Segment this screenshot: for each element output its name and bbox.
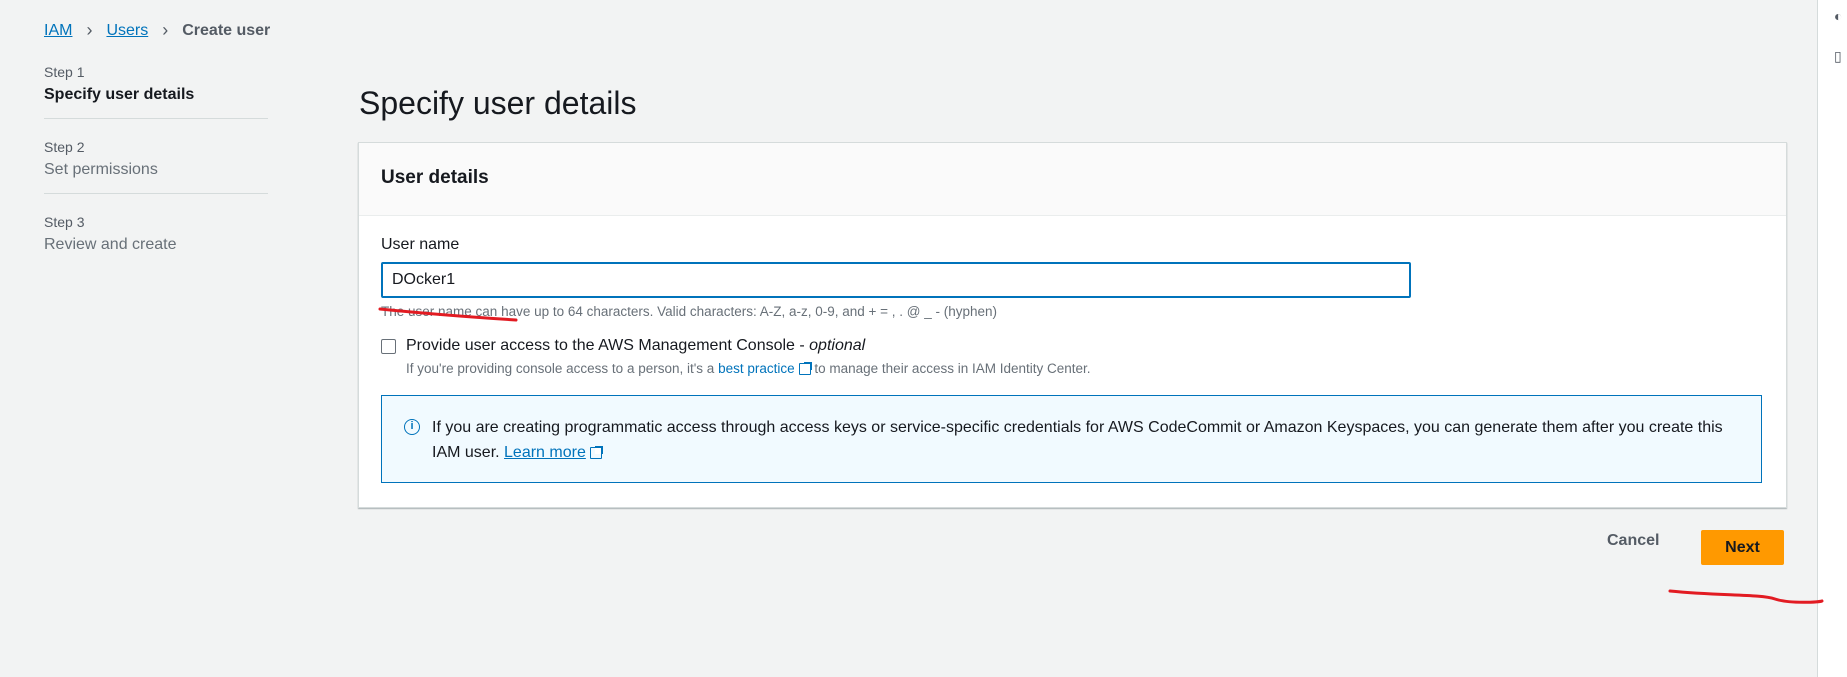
- wizard-step-1: Step 1 Specify user details: [44, 64, 268, 119]
- breadcrumb: IAM › Users › Create user: [44, 20, 270, 41]
- best-practice-link[interactable]: best practice: [718, 361, 812, 376]
- side-panel-icon-2[interactable]: ▯: [1834, 48, 1842, 65]
- console-access-checkbox[interactable]: [381, 339, 396, 354]
- desc-before: If you're providing console access to a …: [406, 361, 719, 376]
- desc-after: to manage their access in IAM Identity C…: [810, 361, 1091, 376]
- panel-title: User details: [381, 167, 489, 188]
- best-practice-link-text: best practice: [718, 361, 795, 376]
- console-access-label-text: Provide user access to the AWS Managemen…: [406, 337, 810, 354]
- chevron-right-icon: ›: [86, 20, 93, 40]
- optional-tag: optional: [809, 337, 866, 354]
- next-button[interactable]: Next: [1701, 530, 1784, 565]
- breadcrumb-current: Create user: [182, 21, 271, 39]
- step-number: Step 3: [44, 214, 85, 230]
- user-details-panel: User details User name The user name can…: [358, 142, 1787, 508]
- info-alert: i If you are creating programmatic acces…: [381, 395, 1762, 483]
- user-name-label: User name: [381, 236, 460, 253]
- step-number: Step 1: [44, 64, 85, 80]
- info-alert-text: If you are creating programmatic access …: [432, 415, 1742, 465]
- breadcrumb-iam[interactable]: IAM: [44, 22, 72, 40]
- right-side-panel: ◐ ▯: [1817, 0, 1847, 677]
- breadcrumb-users[interactable]: Users: [106, 22, 148, 40]
- learn-more-text: Learn more: [504, 444, 586, 461]
- console-access-label[interactable]: Provide user access to the AWS Managemen…: [406, 337, 865, 355]
- learn-more-link[interactable]: Learn more: [504, 444, 586, 461]
- external-link-icon: [798, 362, 812, 375]
- page-title: Specify user details: [359, 85, 637, 122]
- panel-header: User details: [359, 143, 1786, 216]
- cancel-button[interactable]: Cancel: [1601, 531, 1665, 551]
- annotation-underline-2: [1668, 589, 1824, 604]
- console-access-description: If you're providing console access to a …: [406, 361, 1091, 376]
- step-title: Review and create: [44, 236, 177, 253]
- step-number: Step 2: [44, 139, 85, 155]
- wizard-steps: Step 1 Specify user details Step 2 Set p…: [44, 64, 268, 288]
- wizard-step-3: Step 3 Review and create: [44, 214, 268, 268]
- user-name-constraint: The user name can have up to 64 characte…: [381, 304, 998, 319]
- step-title: Set permissions: [44, 161, 158, 178]
- info-icon: i: [404, 419, 420, 435]
- user-name-input[interactable]: [381, 262, 1411, 298]
- chevron-right-icon: ›: [162, 20, 169, 40]
- wizard-step-2: Step 2 Set permissions: [44, 139, 268, 194]
- info-text-body: If you are creating programmatic access …: [432, 419, 1723, 461]
- step-title: Specify user details: [44, 86, 195, 103]
- external-link-icon: [589, 446, 603, 459]
- side-panel-icon[interactable]: ◐: [1834, 8, 1842, 24]
